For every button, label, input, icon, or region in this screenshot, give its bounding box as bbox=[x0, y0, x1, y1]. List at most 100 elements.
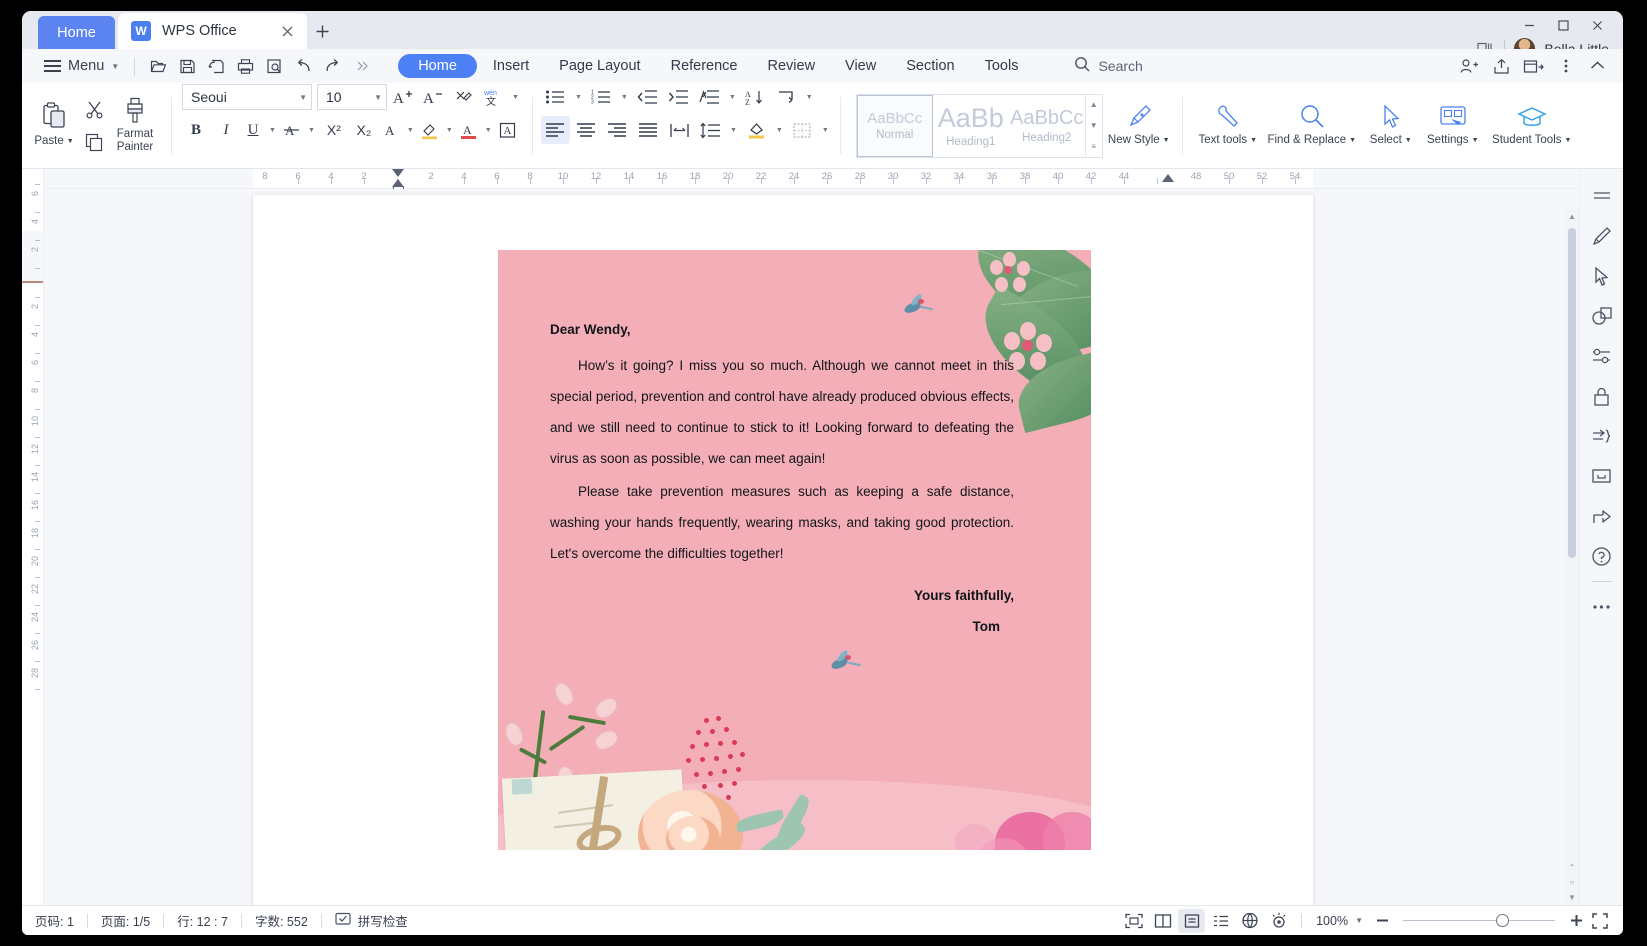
print-preview-icon[interactable] bbox=[262, 54, 287, 79]
subscript-button[interactable]: X₂ bbox=[350, 116, 378, 144]
page-layout-view-icon[interactable] bbox=[1178, 908, 1206, 933]
help-icon[interactable] bbox=[1586, 541, 1618, 571]
chevron-down-icon[interactable]: ▼ bbox=[443, 127, 456, 134]
lock-icon[interactable] bbox=[1586, 381, 1618, 411]
cursor-select-icon[interactable] bbox=[1586, 261, 1618, 291]
style-normal[interactable]: AaBbCc Normal bbox=[856, 94, 933, 157]
more-chevron-icon[interactable] bbox=[349, 54, 374, 79]
chevron-down-icon[interactable]: ▼ bbox=[482, 127, 495, 134]
bullet-list-icon[interactable] bbox=[541, 83, 570, 111]
share-icon[interactable] bbox=[1488, 54, 1515, 79]
chevron-down-icon[interactable]: ▼ bbox=[727, 127, 740, 134]
tab-review[interactable]: Review bbox=[754, 54, 830, 78]
student-tools-button[interactable]: Student Tools ▼ bbox=[1486, 89, 1578, 163]
brush-pen-icon[interactable] bbox=[1586, 221, 1618, 251]
tab-view[interactable]: View bbox=[831, 54, 890, 78]
scroll-up-icon[interactable]: ▲ bbox=[1568, 209, 1576, 224]
maximize-icon[interactable] bbox=[1547, 13, 1579, 37]
paste-button[interactable]: Paste ▼ bbox=[29, 89, 79, 163]
find-replace-button[interactable]: Find & Replace ▼ bbox=[1262, 89, 1362, 163]
chevron-down-icon[interactable]: ▼ bbox=[572, 94, 585, 101]
show-paragraph-marks-icon[interactable] bbox=[772, 83, 801, 111]
font-name-input[interactable]: Seoui ▼ bbox=[182, 84, 312, 110]
chevron-down-icon[interactable]: ▼ bbox=[726, 94, 739, 101]
search-box[interactable]: Search bbox=[1074, 56, 1143, 77]
tab-tools[interactable]: Tools bbox=[971, 54, 1033, 78]
share-save-icon[interactable] bbox=[204, 54, 229, 79]
zoom-level-label[interactable]: 100% bbox=[1311, 914, 1353, 928]
strikethrough-icon[interactable]: A bbox=[281, 116, 303, 144]
scroll-down-icon[interactable]: ▼ bbox=[1090, 121, 1098, 130]
page-count-status[interactable]: 页面: 1/5 bbox=[88, 911, 163, 930]
align-left-icon[interactable] bbox=[540, 116, 570, 144]
increase-indent-icon[interactable] bbox=[664, 83, 693, 111]
outline-view-icon[interactable] bbox=[1207, 909, 1234, 933]
line-column-status[interactable]: 行: 12 : 7 bbox=[164, 911, 241, 930]
scroll-up-icon[interactable]: ▲ bbox=[1090, 100, 1098, 109]
menu-button[interactable]: Menu ▼ bbox=[44, 58, 119, 74]
chevron-down-icon[interactable]: ▼ bbox=[509, 94, 522, 101]
font-size-input[interactable]: 10 ▼ bbox=[317, 84, 387, 110]
underline-button[interactable]: U bbox=[242, 116, 264, 144]
line-spacing-icon[interactable] bbox=[696, 116, 725, 144]
tab-section[interactable]: Section bbox=[892, 54, 968, 78]
close-tab-icon[interactable] bbox=[277, 21, 297, 41]
letter-card[interactable]: Dear Wendy, How’s it going? I miss you s… bbox=[498, 250, 1091, 850]
more-options-icon[interactable] bbox=[1552, 54, 1579, 79]
text-highlight-icon[interactable] bbox=[419, 116, 441, 144]
increase-font-icon[interactable]: A bbox=[389, 83, 417, 111]
reading-eye-icon[interactable] bbox=[1265, 909, 1292, 933]
word-count-status[interactable]: 字数: 552 bbox=[242, 911, 321, 930]
more-dots-icon[interactable] bbox=[1586, 592, 1618, 622]
adjust-sliders-icon[interactable] bbox=[1586, 341, 1618, 371]
style-heading2[interactable]: AaBbCс Heading2 bbox=[1009, 95, 1085, 157]
text-box-icon[interactable] bbox=[1586, 461, 1618, 491]
superscript-button[interactable]: X² bbox=[320, 116, 348, 144]
slider-knob[interactable] bbox=[1495, 914, 1509, 927]
save-icon[interactable] bbox=[175, 54, 200, 79]
two-page-view-icon[interactable] bbox=[1149, 909, 1176, 933]
vertical-ruler[interactable]: 6 4 2 2 4 6 8 10 12 14 16 18 20 22 24 26… bbox=[22, 169, 44, 905]
pinyin-guide-icon[interactable]: wén 文 bbox=[479, 83, 507, 111]
scroll-page-down-icon[interactable]: ○ bbox=[1570, 875, 1575, 890]
vertical-scrollbar[interactable]: ▲ ⌃ ○ ▼ bbox=[1565, 209, 1579, 905]
paragraph-shading-icon[interactable] bbox=[742, 116, 771, 144]
numbered-list-icon[interactable]: 123 bbox=[587, 83, 616, 111]
zoom-out-icon[interactable] bbox=[1371, 910, 1393, 932]
zoom-in-icon[interactable] bbox=[1565, 910, 1587, 932]
settings-button[interactable]: Settings ▼ bbox=[1420, 89, 1486, 163]
scroll-thumb[interactable] bbox=[1568, 228, 1576, 558]
distribute-text-icon[interactable] bbox=[665, 116, 694, 144]
chevron-down-icon[interactable]: ▼ bbox=[305, 127, 318, 134]
first-line-indent-marker[interactable] bbox=[392, 169, 404, 177]
select-button[interactable]: Select ▼ bbox=[1362, 89, 1420, 163]
full-screen-view-icon[interactable] bbox=[1120, 909, 1147, 933]
italic-button[interactable]: I bbox=[212, 116, 240, 144]
collapse-ribbon-icon[interactable] bbox=[1584, 54, 1611, 79]
scroll-page-up-icon[interactable]: ⌃ bbox=[1569, 860, 1576, 875]
new-tab-icon[interactable] bbox=[307, 13, 337, 49]
scroll-down-icon[interactable]: ▼ bbox=[1568, 890, 1576, 905]
home-tab-button[interactable]: Home bbox=[38, 16, 115, 49]
zoom-slider[interactable] bbox=[1403, 914, 1555, 928]
web-layout-view-icon[interactable] bbox=[1236, 909, 1263, 933]
chevron-down-icon[interactable]: ▼ bbox=[1355, 916, 1369, 925]
chevron-down-icon[interactable]: ▼ bbox=[819, 127, 832, 134]
tab-reference[interactable]: Reference bbox=[657, 54, 752, 78]
decrease-indent-icon[interactable] bbox=[633, 83, 662, 111]
tab-home[interactable]: Home bbox=[398, 54, 477, 78]
multilevel-list-icon[interactable] bbox=[695, 83, 724, 111]
text-tools-button[interactable]: Text tools ▼ bbox=[1194, 89, 1262, 163]
style-heading1[interactable]: AaBb Heading1 bbox=[933, 95, 1009, 157]
format-painter-button[interactable]: Farmat Painter bbox=[110, 89, 160, 163]
chevron-down-icon[interactable]: ▼ bbox=[803, 94, 816, 101]
chevron-down-icon[interactable]: ▼ bbox=[404, 127, 417, 134]
document-page[interactable]: Dear Wendy, How’s it going? I miss you s… bbox=[253, 195, 1313, 905]
chevron-down-icon[interactable]: ▼ bbox=[773, 127, 786, 134]
expand-gallery-icon[interactable]: ≡ bbox=[1091, 142, 1096, 151]
page-number-status[interactable]: 页码: 1 bbox=[22, 911, 87, 930]
character-shading-icon[interactable]: A bbox=[497, 116, 519, 144]
tab-page-layout[interactable]: Page Layout bbox=[545, 54, 654, 78]
paragraph-lines-icon[interactable] bbox=[1586, 181, 1618, 211]
undo-icon[interactable] bbox=[291, 54, 316, 79]
